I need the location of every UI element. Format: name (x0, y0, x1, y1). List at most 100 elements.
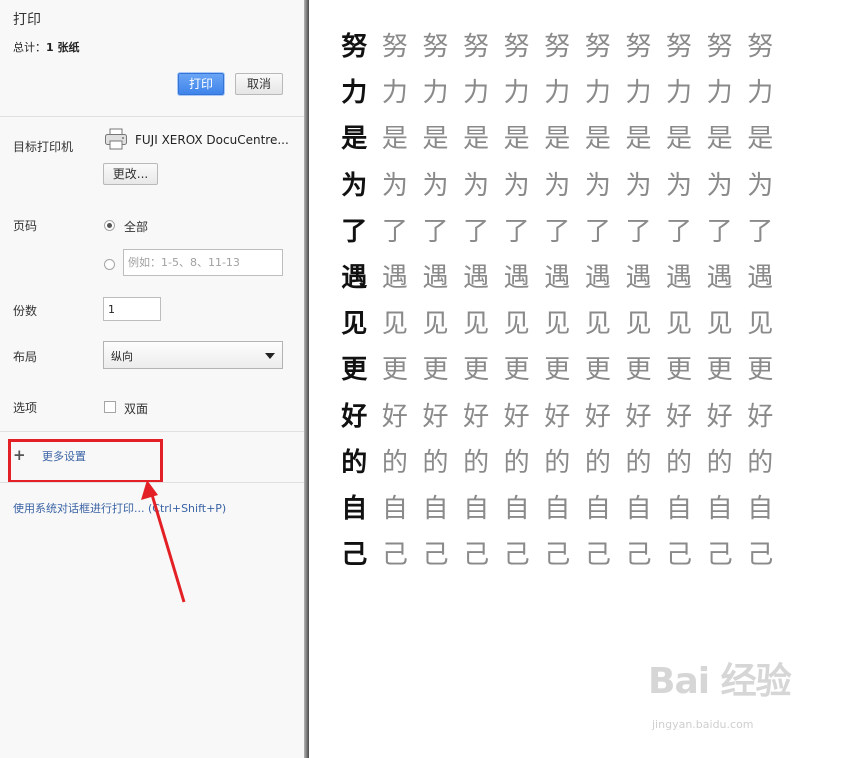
glyph-cell: 好 (544, 401, 571, 432)
glyph-cell: 力 (625, 78, 652, 109)
duplex-label: 双面 (124, 402, 149, 416)
glyph-cell: 是 (666, 124, 693, 155)
glyph-row: 己己己己己己己己己己己 (334, 532, 781, 578)
glyph-cell: 为 (747, 170, 774, 201)
layout-label: 布局 (13, 350, 38, 364)
pages-all-radio[interactable] (104, 220, 115, 231)
glyph-cell: 见 (584, 309, 611, 340)
glyph-cell: 力 (422, 78, 449, 109)
glyph-row: 了了了了了了了了了了了 (334, 209, 781, 255)
cancel-button[interactable]: 取消 (235, 73, 283, 95)
summary-count: 1 张纸 (46, 41, 80, 54)
glyph-cell: 努 (544, 32, 571, 62)
glyph-cell: 己 (706, 540, 733, 571)
panel-title: 打印 (13, 12, 41, 28)
glyph-cell: 力 (544, 78, 571, 109)
glyph-cell: 为 (463, 170, 490, 201)
glyph-cell: 为 (584, 170, 611, 201)
glyph-cell: 见 (463, 309, 490, 340)
glyph-cell: 了 (544, 216, 571, 247)
watermark-url: jingyan.baidu.com (652, 718, 754, 731)
glyph-cell: 己 (584, 540, 611, 571)
glyph-row: 见见见见见见见见见见见 (334, 301, 781, 347)
glyph-cell: 自 (666, 493, 693, 524)
glyph-cell: 了 (503, 216, 530, 247)
glyph-row: 是是是是是是是是是是是 (334, 116, 781, 162)
glyph-cell: 努 (463, 32, 490, 62)
glyph-cell: 自 (422, 493, 449, 524)
glyph-cell: 努 (503, 32, 530, 62)
glyph-row: 力力力力力力力力力力力 (334, 70, 781, 116)
glyph-cell: 自 (503, 493, 530, 524)
copies-input[interactable] (103, 297, 161, 321)
glyph-cell: 己 (422, 540, 449, 571)
glyph-cell: 力 (584, 78, 611, 109)
glyph-cell: 是 (706, 124, 733, 155)
glyph-cell: 是 (422, 124, 449, 155)
glyph-cell: 遇 (625, 262, 652, 293)
glyph-cell: 遇 (666, 262, 693, 293)
glyph-cell: 是 (584, 124, 611, 155)
change-printer-button[interactable]: 更改... (103, 163, 158, 185)
glyph-cell: 的 (625, 447, 652, 478)
glyph-cell: 己 (625, 540, 652, 571)
glyph-cell: 己 (381, 540, 408, 571)
glyph-cell: 好 (422, 401, 449, 432)
glyph-cell: 见 (341, 309, 368, 340)
glyph-cell: 更 (666, 355, 693, 386)
glyph-cell: 自 (544, 493, 571, 524)
glyph-cell: 更 (503, 355, 530, 386)
glyph-cell: 好 (747, 401, 774, 432)
glyph-cell: 己 (463, 540, 490, 571)
glyph-cell: 为 (544, 170, 571, 201)
glyph-cell: 见 (503, 309, 530, 340)
glyph-row: 的的的的的的的的的的的 (334, 440, 781, 486)
glyph-cell: 努 (706, 32, 733, 62)
glyph-cell: 见 (666, 309, 693, 340)
glyph-cell: 好 (341, 401, 368, 432)
glyph-cell: 遇 (463, 262, 490, 293)
glyph-cell: 见 (422, 309, 449, 340)
glyph-cell: 自 (584, 493, 611, 524)
glyph-cell: 己 (747, 540, 774, 571)
glyph-cell: 更 (747, 355, 774, 386)
glyph-cell: 努 (341, 32, 368, 62)
watermark-logo: Bai 经验 (648, 661, 792, 702)
glyph-cell: 己 (503, 540, 530, 571)
pages-range-input[interactable] (123, 249, 283, 276)
duplex-checkbox[interactable] (104, 401, 116, 413)
pages-label: 页码 (13, 219, 38, 233)
glyph-cell: 是 (503, 124, 530, 155)
destination-label: 目标打印机 (13, 140, 74, 154)
printer-name: FUJI XEROX DocuCentre... (135, 133, 289, 147)
glyph-cell: 好 (503, 401, 530, 432)
glyph-cell: 为 (666, 170, 693, 201)
copies-label: 份数 (13, 304, 38, 318)
glyph-cell: 力 (503, 78, 530, 109)
glyph-cell: 努 (422, 32, 449, 62)
glyph-cell: 好 (381, 401, 408, 432)
glyph-cell: 力 (341, 78, 368, 109)
glyph-cell: 力 (381, 78, 408, 109)
glyph-cell: 为 (706, 170, 733, 201)
preview-glyph-grid: 努努努努努努努努努努努力力力力力力力力力力力是是是是是是是是是是是为为为为为为为… (334, 24, 781, 578)
glyph-cell: 好 (463, 401, 490, 432)
watermark: Bai 经验 jingyan.baidu.com (648, 652, 808, 742)
glyph-cell: 见 (747, 309, 774, 340)
glyph-row: 努努努努努努努努努努努 (334, 24, 781, 70)
glyph-cell: 见 (381, 309, 408, 340)
pages-range-radio[interactable] (104, 259, 115, 270)
divider (0, 116, 304, 117)
glyph-cell: 更 (625, 355, 652, 386)
glyph-row: 遇遇遇遇遇遇遇遇遇遇遇 (334, 255, 781, 301)
glyph-cell: 了 (381, 216, 408, 247)
print-button[interactable]: 打印 (178, 73, 224, 95)
glyph-cell: 的 (666, 447, 693, 478)
layout-select[interactable]: 纵向 (103, 341, 283, 369)
glyph-cell: 是 (747, 124, 774, 155)
glyph-cell: 的 (463, 447, 490, 478)
glyph-cell: 努 (584, 32, 611, 62)
glyph-cell: 遇 (544, 262, 571, 293)
glyph-cell: 努 (625, 32, 652, 62)
glyph-cell: 了 (341, 216, 368, 247)
